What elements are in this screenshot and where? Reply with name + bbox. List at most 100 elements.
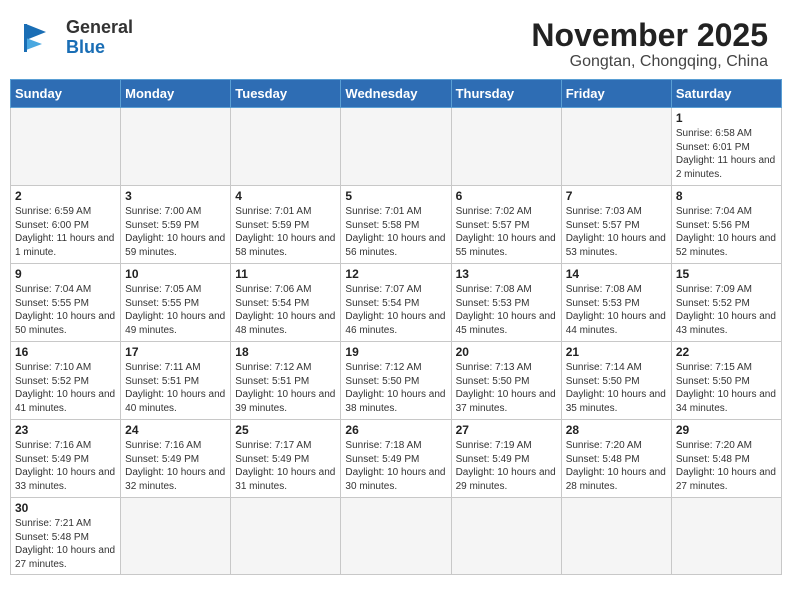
calendar-day-cell: 14 Sunrise: 7:08 AM Sunset: 5:53 PM Dayli… xyxy=(561,264,671,342)
day-number: 28 xyxy=(566,423,667,437)
calendar-day-cell: 6 Sunrise: 7:02 AM Sunset: 5:57 PM Daylig… xyxy=(451,186,561,264)
day-info: Sunrise: 7:16 AM Sunset: 5:49 PM Dayligh… xyxy=(15,439,116,493)
location: Gongtan, Chongqing, China xyxy=(531,53,768,71)
day-header-cell: Thursday xyxy=(451,80,561,108)
day-number: 6 xyxy=(456,189,557,203)
page: GeneralBlue November 2025 Gongtan, Chong… xyxy=(0,0,792,612)
calendar-day-cell: 11Sunrise: 7:06 AM Sunset: 5:54 PM Dayli… xyxy=(231,264,341,342)
calendar-table: SundayMondayTuesdayWednesdayThursdayFrid… xyxy=(10,79,782,575)
calendar-day-cell xyxy=(561,498,671,575)
day-number: 27 xyxy=(456,423,557,437)
calendar-day-cell: 3 Sunrise: 7:00 AM Sunset: 5:59 PM Daylig… xyxy=(121,186,231,264)
day-header-cell: Friday xyxy=(561,80,671,108)
calendar-day-cell: 25 Sunrise: 7:17 AM Sunset: 5:49 PM Dayli… xyxy=(231,420,341,498)
calendar-day-cell: 30Sunrise: 7:21 AM Sunset: 5:48 PM Dayli… xyxy=(11,498,121,575)
calendar-day-cell: 19Sunrise: 7:12 AM Sunset: 5:50 PM Dayli… xyxy=(341,342,451,420)
day-number: 3 xyxy=(125,189,226,203)
day-info: Sunrise: 7:21 AM Sunset: 5:48 PM Dayligh… xyxy=(15,517,116,571)
day-header-cell: Saturday xyxy=(671,80,781,108)
day-info: Sunrise: 7:03 AM Sunset: 5:57 PM Dayligh… xyxy=(566,205,667,259)
calendar-week-row: 23 Sunrise: 7:16 AM Sunset: 5:49 PM Dayli… xyxy=(11,420,782,498)
day-info: Sunrise: 7:08 AM Sunset: 5:53 PM Dayligh… xyxy=(566,283,667,337)
day-info: Sunrise: 7:11 AM Sunset: 5:51 PM Dayligh… xyxy=(125,361,226,415)
header: GeneralBlue November 2025 Gongtan, Chong… xyxy=(0,0,792,79)
day-info: Sunrise: 7:01 AM Sunset: 5:58 PM Dayligh… xyxy=(345,205,446,259)
day-info: Sunrise: 7:17 AM Sunset: 5:49 PM Dayligh… xyxy=(235,439,336,493)
logo-text: GeneralBlue xyxy=(66,17,133,57)
day-number: 15 xyxy=(676,267,777,281)
day-info: Sunrise: 7:04 AM Sunset: 5:56 PM Dayligh… xyxy=(676,205,777,259)
calendar-day-cell xyxy=(671,498,781,575)
calendar-day-cell xyxy=(231,108,341,186)
calendar-day-cell: 10Sunrise: 7:05 AM Sunset: 5:55 PM Dayli… xyxy=(121,264,231,342)
calendar-day-cell xyxy=(561,108,671,186)
calendar-week-row: 16 Sunrise: 7:10 AM Sunset: 5:52 PM Dayli… xyxy=(11,342,782,420)
day-number: 13 xyxy=(456,267,557,281)
day-info: Sunrise: 7:19 AM Sunset: 5:49 PM Dayligh… xyxy=(456,439,557,493)
calendar-day-cell xyxy=(121,498,231,575)
calendar-day-cell: 17 Sunrise: 7:11 AM Sunset: 5:51 PM Dayli… xyxy=(121,342,231,420)
calendar-day-cell: 5 Sunrise: 7:01 AM Sunset: 5:58 PM Daylig… xyxy=(341,186,451,264)
title-area: November 2025 Gongtan, Chongqing, China xyxy=(531,18,768,71)
calendar-day-cell: 26Sunrise: 7:18 AM Sunset: 5:49 PM Dayli… xyxy=(341,420,451,498)
calendar-day-cell: 22Sunrise: 7:15 AM Sunset: 5:50 PM Dayli… xyxy=(671,342,781,420)
day-number: 24 xyxy=(125,423,226,437)
calendar-day-cell: 1Sunrise: 6:58 AM Sunset: 6:01 PM Daylig… xyxy=(671,108,781,186)
day-number: 17 xyxy=(125,345,226,359)
day-info: Sunrise: 7:00 AM Sunset: 5:59 PM Dayligh… xyxy=(125,205,226,259)
day-info: Sunrise: 6:59 AM Sunset: 6:00 PM Dayligh… xyxy=(15,205,116,259)
day-number: 16 xyxy=(15,345,116,359)
calendar-day-cell xyxy=(341,108,451,186)
calendar-day-cell xyxy=(341,498,451,575)
day-number: 14 xyxy=(566,267,667,281)
calendar-day-cell: 13 Sunrise: 7:08 AM Sunset: 5:53 PM Dayli… xyxy=(451,264,561,342)
day-info: Sunrise: 7:12 AM Sunset: 5:51 PM Dayligh… xyxy=(235,361,336,415)
day-number: 23 xyxy=(15,423,116,437)
day-number: 25 xyxy=(235,423,336,437)
logo: GeneralBlue xyxy=(18,18,133,58)
day-info: Sunrise: 7:01 AM Sunset: 5:59 PM Dayligh… xyxy=(235,205,336,259)
day-number: 10 xyxy=(125,267,226,281)
calendar-day-cell: 23 Sunrise: 7:16 AM Sunset: 5:49 PM Dayli… xyxy=(11,420,121,498)
calendar-day-cell xyxy=(451,108,561,186)
calendar-day-cell xyxy=(11,108,121,186)
day-number: 1 xyxy=(676,111,777,125)
day-info: Sunrise: 7:14 AM Sunset: 5:50 PM Dayligh… xyxy=(566,361,667,415)
calendar-day-cell: 18 Sunrise: 7:12 AM Sunset: 5:51 PM Dayli… xyxy=(231,342,341,420)
day-header-cell: Sunday xyxy=(11,80,121,108)
calendar-day-cell: 24Sunrise: 7:16 AM Sunset: 5:49 PM Dayli… xyxy=(121,420,231,498)
day-number: 20 xyxy=(456,345,557,359)
day-info: Sunrise: 7:09 AM Sunset: 5:52 PM Dayligh… xyxy=(676,283,777,337)
day-number: 4 xyxy=(235,189,336,203)
calendar-day-cell: 21Sunrise: 7:14 AM Sunset: 5:50 PM Dayli… xyxy=(561,342,671,420)
calendar-day-cell: 8Sunrise: 7:04 AM Sunset: 5:56 PM Daylig… xyxy=(671,186,781,264)
calendar-day-cell: 7 Sunrise: 7:03 AM Sunset: 5:57 PM Daylig… xyxy=(561,186,671,264)
calendar-day-cell: 29Sunrise: 7:20 AM Sunset: 5:48 PM Dayli… xyxy=(671,420,781,498)
day-info: Sunrise: 7:06 AM Sunset: 5:54 PM Dayligh… xyxy=(235,283,336,337)
month-title: November 2025 xyxy=(531,18,768,53)
calendar-day-cell: 15 Sunrise: 7:09 AM Sunset: 5:52 PM Dayli… xyxy=(671,264,781,342)
calendar-day-cell: 28Sunrise: 7:20 AM Sunset: 5:48 PM Dayli… xyxy=(561,420,671,498)
day-number: 5 xyxy=(345,189,446,203)
calendar-day-cell: 2 Sunrise: 6:59 AM Sunset: 6:00 PM Daylig… xyxy=(11,186,121,264)
logo-blue-text: Blue xyxy=(66,37,105,57)
calendar-day-cell: 9Sunrise: 7:04 AM Sunset: 5:55 PM Daylig… xyxy=(11,264,121,342)
day-info: Sunrise: 7:13 AM Sunset: 5:50 PM Dayligh… xyxy=(456,361,557,415)
calendar-week-row: 2 Sunrise: 6:59 AM Sunset: 6:00 PM Daylig… xyxy=(11,186,782,264)
day-info: Sunrise: 7:08 AM Sunset: 5:53 PM Dayligh… xyxy=(456,283,557,337)
day-number: 2 xyxy=(15,189,116,203)
day-info: Sunrise: 7:02 AM Sunset: 5:57 PM Dayligh… xyxy=(456,205,557,259)
day-number: 19 xyxy=(345,345,446,359)
calendar-day-cell xyxy=(451,498,561,575)
day-number: 26 xyxy=(345,423,446,437)
day-number: 18 xyxy=(235,345,336,359)
calendar: SundayMondayTuesdayWednesdayThursdayFrid… xyxy=(0,79,792,612)
day-number: 12 xyxy=(345,267,446,281)
day-number: 7 xyxy=(566,189,667,203)
day-number: 9 xyxy=(15,267,116,281)
day-number: 29 xyxy=(676,423,777,437)
calendar-day-cell xyxy=(231,498,341,575)
calendar-day-cell xyxy=(121,108,231,186)
calendar-day-cell: 27 Sunrise: 7:19 AM Sunset: 5:49 PM Dayli… xyxy=(451,420,561,498)
day-info: Sunrise: 7:10 AM Sunset: 5:52 PM Dayligh… xyxy=(15,361,116,415)
